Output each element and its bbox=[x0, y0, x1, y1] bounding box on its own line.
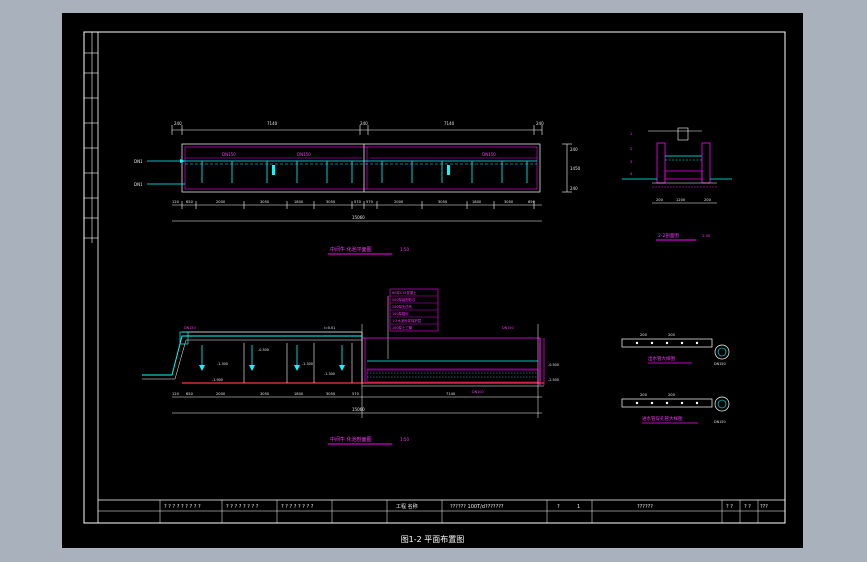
section-view: 60厚C15混凝土 500厚级配砂石 200厚无纺布 100厚粗砂 1:2水泥砂… bbox=[142, 288, 559, 445]
section-dim-3: 2000 bbox=[216, 392, 226, 396]
title-cell-4: 工程 名称 bbox=[396, 503, 418, 510]
detail-a-dim-1: 200 bbox=[656, 198, 664, 202]
section-layer-6: 100厚土工膜 bbox=[392, 325, 413, 330]
plan-inner-label-2: DN150 bbox=[297, 152, 311, 157]
section-dim-2: 650 bbox=[186, 392, 194, 396]
plan-top-dim-2: 7140 bbox=[267, 121, 278, 126]
section-dim-7: 570 bbox=[352, 392, 360, 396]
section-elev-5: -0.500 bbox=[548, 363, 559, 367]
section-note-2: DN150 bbox=[502, 326, 514, 330]
section-layer-1: 60厚C15混凝土 bbox=[392, 290, 417, 295]
detail-a-scale: 1:30 bbox=[702, 234, 711, 238]
detail-b-dim-2: 200 bbox=[668, 333, 676, 337]
section-elev-1: -0.500 bbox=[258, 348, 269, 352]
section-note-1: DN150 bbox=[184, 326, 196, 330]
section-elev-3: -1.300 bbox=[302, 362, 313, 366]
title-cell-5: ?????? 100T/d??????? bbox=[450, 504, 504, 510]
plan-left-label-1: DN1 bbox=[134, 159, 143, 164]
plan-title: 中间牛 化池平面图 bbox=[330, 246, 372, 253]
plan-bottom-dim-8: 570 bbox=[366, 200, 374, 204]
section-total-dim: 15060 bbox=[352, 407, 365, 412]
plan-top-dim-1: 240 bbox=[174, 121, 182, 126]
detail-inlet-perforated-pipe: 200 200 DN150 进水管穿孔管大样图 bbox=[621, 393, 730, 424]
detail-b-title: 出水管大样图 bbox=[648, 355, 675, 362]
plan-bottom-dim-3: 2000 bbox=[216, 200, 226, 204]
plan-total-dim: 15060 bbox=[352, 215, 365, 220]
sheet-border bbox=[83, 31, 786, 524]
detail-c-dim-2: 200 bbox=[668, 393, 676, 397]
plan-right-dim-3: 240 bbox=[570, 186, 578, 191]
plan-bottom-dim-13: 650 bbox=[528, 200, 536, 204]
detail-outlet-pipe: 200 200 DN150 出水管大样图 bbox=[621, 333, 730, 366]
section-elev-6: -2.500 bbox=[548, 378, 559, 382]
cad-viewport[interactable]: 240 7140 240 7140 240 DN1 DN1 DN150 DN15… bbox=[62, 13, 803, 548]
plan-scale: 1:50 bbox=[400, 247, 409, 252]
title-block: ? ? ? ? ? ? ? ? ? ? ? ? ? ? ? ? ? ? ? ? … bbox=[98, 499, 785, 523]
plan-bottom-dim-2: 650 bbox=[186, 200, 194, 204]
plan-bottom-dim-10: 3050 bbox=[438, 200, 448, 204]
section-layer-4: 100厚粗砂 bbox=[392, 311, 409, 316]
title-cell-2: ? ? ? ? ? ? ? ? bbox=[226, 504, 259, 510]
inner-border bbox=[97, 31, 786, 524]
plan-bottom-dim-1: 120 bbox=[172, 200, 180, 204]
section-layer-2: 500厚级配砂石 bbox=[392, 297, 416, 302]
detail-2-2: 1 2 3 4 200 1200 200 2-2剖面图 1:30 bbox=[622, 127, 732, 241]
section-note-3: DN100 bbox=[472, 390, 484, 394]
plan-right-dim-2: 1450 bbox=[570, 166, 581, 171]
plan-bottom-dim-7: 570 bbox=[354, 200, 362, 204]
plan-bottom-dim-11: 1800 bbox=[472, 200, 482, 204]
detail-c-dn: DN150 bbox=[714, 420, 726, 424]
detail-a-label-2: 2 bbox=[630, 147, 632, 151]
plan-inner-label-1: DN150 bbox=[222, 152, 236, 157]
detail-a-label-1: 1 bbox=[630, 132, 632, 136]
section-elev-2: -1.300 bbox=[217, 362, 228, 366]
detail-a-dim-2: 1200 bbox=[676, 198, 686, 202]
drawing-sheet: 240 7140 240 7140 240 DN1 DN1 DN150 DN15… bbox=[83, 31, 786, 524]
drawing-caption: 图1-2 平面布置图 bbox=[400, 535, 465, 544]
title-cell-8: ?????? bbox=[637, 504, 653, 510]
title-cell-7: 1 bbox=[577, 504, 580, 510]
section-dim-4: 3050 bbox=[260, 392, 270, 396]
plan-view: 240 7140 240 7140 240 DN1 DN1 DN150 DN15… bbox=[134, 121, 581, 255]
detail-b-dim-1: 200 bbox=[640, 333, 648, 337]
section-layer-3: 200厚无纺布 bbox=[392, 304, 413, 309]
plan-bottom-dim-9: 2000 bbox=[394, 200, 404, 204]
title-cell-1: ? ? ? ? ? ? ? ? ? bbox=[164, 504, 201, 510]
title-right-3: ??? bbox=[760, 504, 768, 510]
detail-a-label-4: 4 bbox=[630, 172, 633, 176]
section-dim-5: 1800 bbox=[294, 392, 304, 396]
detail-a-label-3: 3 bbox=[630, 160, 632, 164]
plan-top-dim-4: 7140 bbox=[444, 121, 455, 126]
plan-bottom-dim-5: 1800 bbox=[294, 200, 304, 204]
detail-a-dim-3: 200 bbox=[704, 198, 712, 202]
detail-c-title: 进水管穿孔管大样图 bbox=[642, 415, 683, 422]
plan-top-dim-5: 240 bbox=[536, 121, 544, 126]
plan-inner-label-3: DN150 bbox=[482, 152, 496, 157]
detail-a-title: 2-2剖面图 bbox=[658, 232, 679, 239]
title-right-2: ? ? bbox=[744, 504, 751, 510]
title-right-1: ? ? bbox=[726, 504, 733, 510]
title-cell-6: ? bbox=[557, 504, 560, 510]
plan-top-dim-3: 240 bbox=[360, 121, 368, 126]
plan-bottom-dim-12: 3050 bbox=[504, 200, 514, 204]
plan-left-label-2: DN1 bbox=[134, 182, 143, 187]
detail-c-dim-1: 200 bbox=[640, 393, 648, 397]
detail-b-dn: DN150 bbox=[714, 362, 726, 366]
section-dim-8: 7140 bbox=[446, 392, 456, 396]
plan-bottom-dim-4: 3050 bbox=[260, 200, 270, 204]
section-dim-6: 3050 bbox=[326, 392, 336, 396]
section-title: 中间牛 化池剖面图 bbox=[330, 436, 372, 443]
plan-right-dim-1: 240 bbox=[570, 147, 578, 152]
left-strip bbox=[84, 32, 98, 243]
title-cell-3: ? ? ? ? ? ? ? ? bbox=[281, 504, 314, 510]
section-layer-5: 1:2水泥砂浆保护层 bbox=[392, 318, 422, 323]
section-scale: 1:50 bbox=[400, 437, 409, 442]
section-elev-4: -1.300 bbox=[324, 372, 335, 376]
section-note-4: i=0.01 bbox=[324, 326, 335, 330]
section-dim-1: 120 bbox=[172, 392, 180, 396]
section-elev-7: -1.900 bbox=[212, 378, 223, 382]
plan-bottom-dim-6: 3050 bbox=[326, 200, 336, 204]
